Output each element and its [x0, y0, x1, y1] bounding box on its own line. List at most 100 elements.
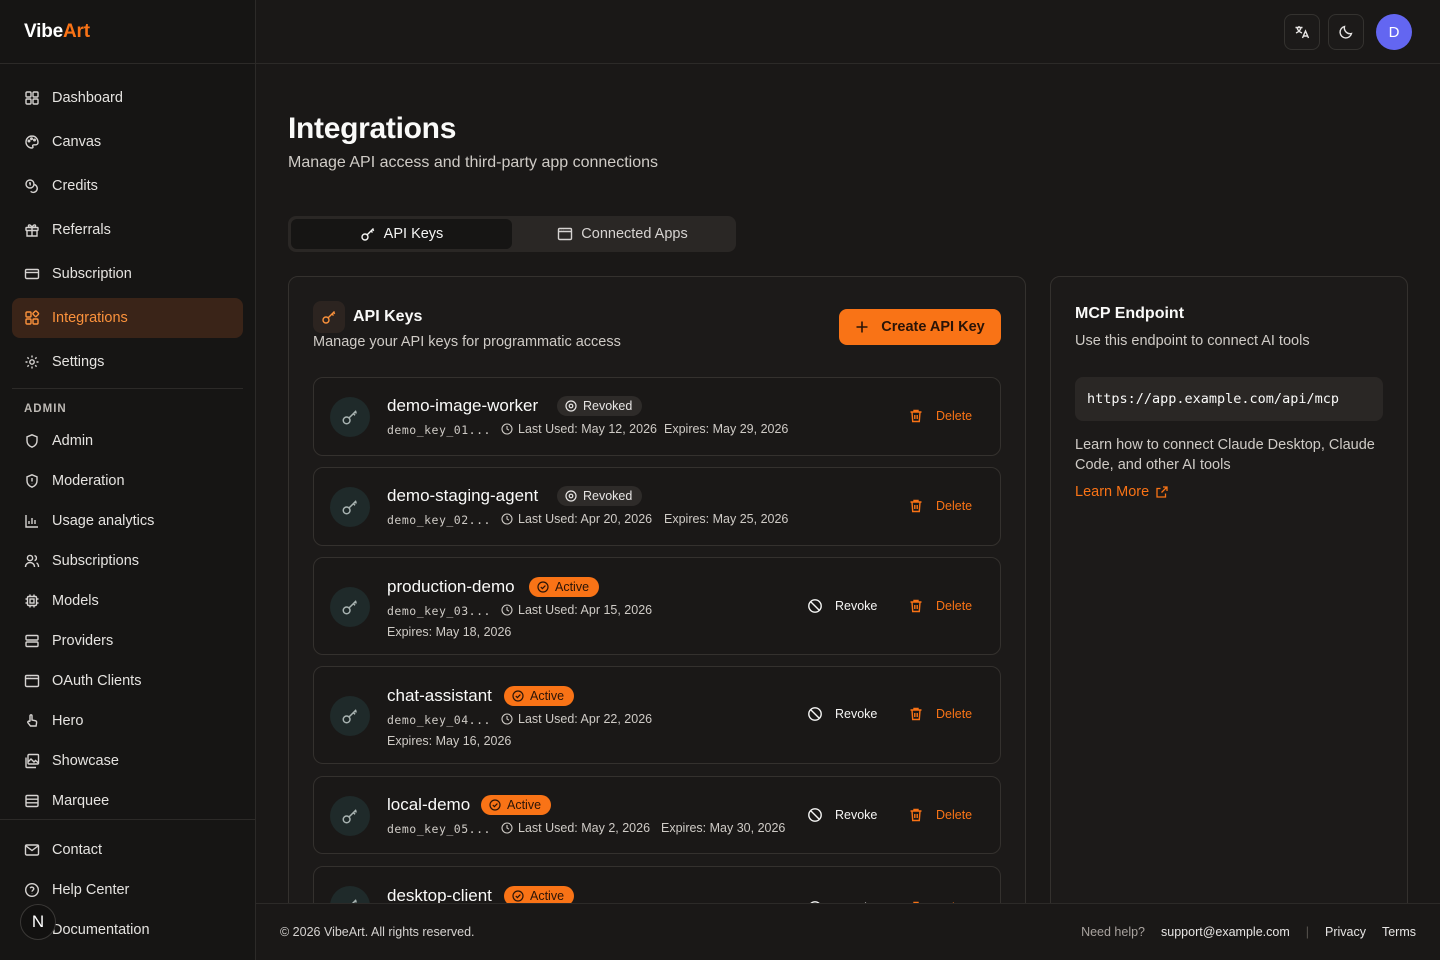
- sidebar-item-providers[interactable]: Providers: [12, 621, 243, 661]
- trash-icon: [910, 599, 922, 613]
- sidebar-item-help-center[interactable]: Help Center: [12, 870, 243, 910]
- last-used: Last Used: May 12, 2026: [501, 422, 657, 436]
- sidebar-item-subscriptions[interactable]: Subscriptions: [12, 541, 243, 581]
- sidebar-item-canvas[interactable]: Canvas: [12, 122, 243, 162]
- expires: Expires: May 18, 2026: [387, 625, 512, 639]
- revoked-icon: [565, 490, 577, 502]
- learn-more-link[interactable]: Learn More: [1075, 484, 1169, 500]
- help-circle-icon: [24, 882, 40, 898]
- main-content: Integrations Manage API access and third…: [256, 64, 1440, 903]
- sidebar-item-models[interactable]: Models: [12, 581, 243, 621]
- cpu-icon: [25, 594, 39, 608]
- expires: Expires: May 29, 2026: [664, 422, 789, 436]
- api-keys-title: API Keys: [353, 308, 423, 325]
- key-icon: [330, 487, 370, 527]
- images-icon: [25, 753, 40, 769]
- mcp-endpoint-url[interactable]: https://app.example.com/api/mcp: [1075, 377, 1383, 421]
- api-keys-subtitle: Manage your API keys for programmatic ac…: [313, 334, 621, 350]
- sidebar-item-integrations[interactable]: Integrations: [12, 298, 243, 338]
- sidebar-item-admin[interactable]: Admin: [12, 421, 243, 461]
- gear-icon: [25, 355, 39, 369]
- last-used-text: Last Used: Apr 22, 2026: [518, 712, 653, 726]
- revoked-icon: [565, 400, 577, 412]
- privacy-link[interactable]: Privacy: [1325, 925, 1366, 939]
- sidebar-item-hero[interactable]: Hero: [12, 701, 243, 741]
- terms-link[interactable]: Terms: [1382, 925, 1416, 939]
- page-footer: © 2026 VibeArt. All rights reserved. Nee…: [256, 903, 1440, 960]
- support-email-link[interactable]: support@example.com: [1161, 925, 1290, 939]
- mail-icon: [24, 844, 40, 856]
- tab-api-keys[interactable]: API Keys: [291, 219, 512, 249]
- status-badge: Active: [529, 577, 600, 597]
- theme-toggle-button[interactable]: [1328, 14, 1364, 50]
- sidebar-item-oauth-clients[interactable]: OAuth Clients: [12, 661, 243, 701]
- delete-button[interactable]: Delete: [908, 498, 972, 514]
- sidebar: Vibe Art Dashboard Canvas Credits Referra…: [0, 0, 256, 960]
- clock-icon: [501, 822, 513, 834]
- sidebar-item-credits[interactable]: Credits: [12, 166, 243, 206]
- sidebar-item-label: Showcase: [52, 753, 119, 769]
- delete-button[interactable]: Delete: [908, 706, 972, 722]
- sidebar-item-label: Providers: [52, 633, 114, 649]
- brand-logo[interactable]: Vibe Art: [0, 0, 255, 64]
- sidebar-item-showcase[interactable]: Showcase: [12, 741, 243, 781]
- floating-n-badge[interactable]: N: [20, 904, 56, 940]
- brand-part-1: Vibe: [24, 20, 63, 42]
- delete-label: Delete: [936, 409, 973, 423]
- sidebar-item-label: Integrations: [52, 310, 128, 326]
- sidebar-item-referrals[interactable]: Referrals: [12, 210, 243, 250]
- integration-tabs: API Keys Connected Apps: [288, 216, 736, 252]
- last-used-text: Last Used: Apr 20, 2026: [518, 512, 653, 526]
- clock-icon: [501, 513, 513, 525]
- create-api-key-button[interactable]: Create API Key: [839, 309, 1001, 345]
- language-button[interactable]: [1284, 14, 1320, 50]
- last-used: Last Used: Apr 20, 2026: [501, 512, 652, 526]
- sidebar-item-dashboard[interactable]: Dashboard: [12, 78, 243, 118]
- app-window-icon: [558, 227, 573, 241]
- revoke-button[interactable]: Revoke: [807, 807, 877, 823]
- check-badge-icon: [489, 799, 501, 811]
- status-text: Revoked: [583, 399, 633, 413]
- app-window-icon: [24, 674, 40, 688]
- sidebar-item-usage-analytics[interactable]: Usage analytics: [12, 501, 243, 541]
- sidebar-item-contact[interactable]: Contact: [12, 830, 243, 870]
- translate-icon: [1295, 26, 1310, 39]
- sidebar-item-label: Canvas: [52, 134, 102, 150]
- delete-button[interactable]: Delete: [908, 807, 972, 823]
- tab-connected-apps[interactable]: Connected Apps: [512, 219, 733, 249]
- page-subtitle: Manage API access and third-party app co…: [288, 154, 658, 171]
- mcp-title: MCP Endpoint: [1075, 305, 1185, 322]
- api-key-code: demo_key_01...: [387, 423, 491, 437]
- trash-icon: [910, 707, 922, 721]
- user-avatar[interactable]: D: [1376, 14, 1412, 50]
- api-key-code: demo_key_04...: [387, 713, 491, 727]
- revoke-button[interactable]: Revoke: [807, 706, 877, 722]
- api-key-name: local-demo: [387, 795, 471, 814]
- nav-divider: [12, 388, 243, 389]
- palette-icon: [25, 135, 39, 149]
- users-icon: [24, 554, 40, 568]
- api-key-name: chat-assistant: [387, 686, 492, 705]
- delete-button[interactable]: Delete: [908, 598, 972, 614]
- expires: Expires: May 16, 2026: [387, 734, 512, 748]
- api-key-row: demo-image-worker Revoked demo_key_01...…: [313, 377, 1001, 456]
- status-text: Active: [555, 580, 590, 594]
- api-key-row: production-demo Active demo_key_03... La…: [313, 557, 1001, 655]
- sidebar-item-marquee[interactable]: Marquee: [12, 781, 243, 821]
- shield-alert-icon: [26, 474, 38, 488]
- sidebar-item-settings[interactable]: Settings: [12, 342, 243, 382]
- status-text: Active: [507, 798, 542, 812]
- delete-button[interactable]: Delete: [908, 408, 972, 424]
- sidebar-item-subscription[interactable]: Subscription: [12, 254, 243, 294]
- revoke-button[interactable]: Revoke: [807, 598, 877, 614]
- mcp-endpoint-card: MCP Endpoint Use this endpoint to connec…: [1050, 276, 1408, 903]
- expires: Expires: May 25, 2026: [664, 512, 789, 526]
- main-nav: Dashboard Canvas Credits Referrals Subsc…: [0, 64, 255, 821]
- learn-more-label: Learn More: [1075, 484, 1150, 500]
- api-key-name: production-demo: [387, 577, 515, 596]
- dashboard-icon: [25, 91, 39, 105]
- status-text: Active: [530, 889, 565, 903]
- sidebar-item-moderation[interactable]: Moderation: [12, 461, 243, 501]
- shield-icon: [26, 434, 38, 448]
- key-icon: [330, 397, 370, 437]
